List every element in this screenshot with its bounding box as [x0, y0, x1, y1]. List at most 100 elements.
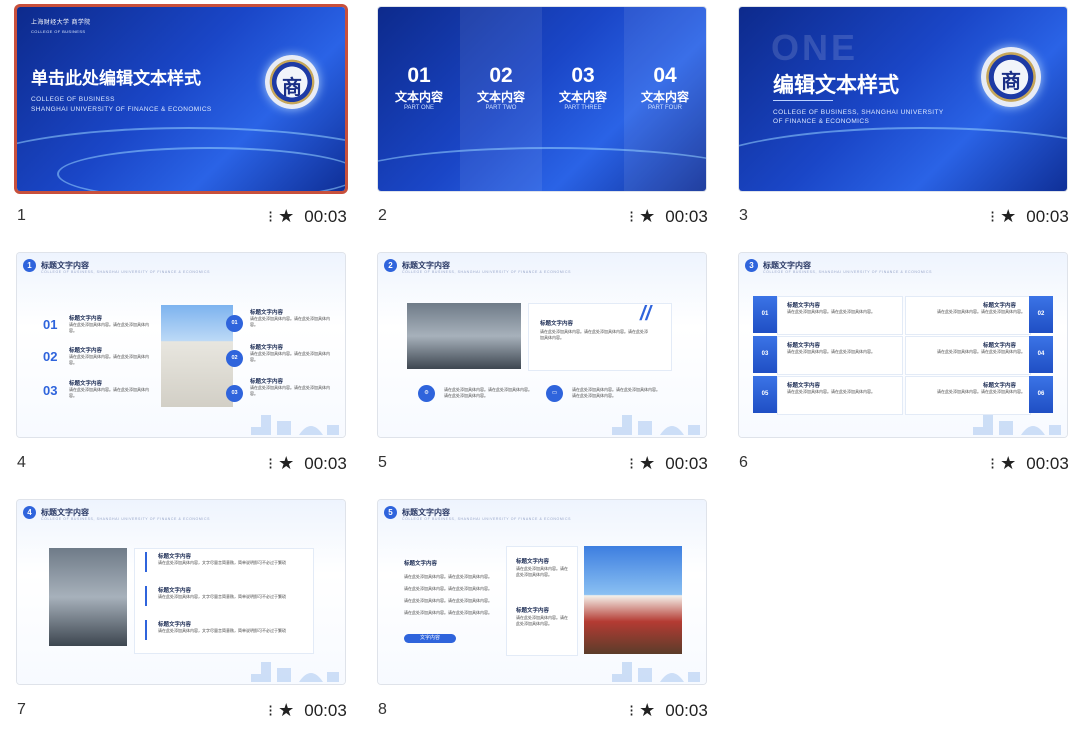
item-body: 请在此处添加具体内容。请在此处添加具体内容。 [937, 309, 1025, 314]
animation-icon: ⁝ [990, 455, 995, 473]
slide-duration: 00:03 [665, 453, 708, 473]
skyline-decor [973, 415, 1061, 435]
item-title: 标题文字内容 [158, 554, 192, 560]
slide-header-subtitle: COLLEGE OF BUSINESS, SHANGHAI UNIVERSITY… [763, 270, 933, 274]
building-photo [407, 303, 521, 369]
item-body: 请在此处添加具体内容。请在此处添加具体内容。 [937, 389, 1025, 394]
item-title: 标题文字内容 [404, 561, 438, 567]
item-body: 请在此处添加具体内容。请在此处添加具体内容。请在此处添加具体内容。 [444, 387, 532, 398]
item-title: 标题文字内容 [250, 379, 284, 385]
item-body: 请在此处添加具体内容。请在此处添加具体内容。 [69, 354, 149, 365]
item-body: 请在此处添加具体内容。请在此处添加具体内容。 [250, 316, 330, 327]
slide-thumbnail-4[interactable]: 1 标题文字内容 COLLEGE OF BUSINESS, SHANGHAI U… [17, 253, 345, 437]
slide-header-subtitle: COLLEGE OF BUSINESS, SHANGHAI UNIVERSITY… [402, 517, 572, 521]
slide-thumbnail-5[interactable]: 2 标题文字内容 COLLEGE OF BUSINESS, SHANGHAI U… [378, 253, 706, 437]
item-body: 请在此处添加具体内容。请在此处添加具体内容。 [937, 349, 1025, 354]
skyline-decor [251, 415, 339, 435]
slide-title: 编辑文本样式 [773, 74, 899, 97]
part-block-3: 03 文本内容 PART THREE [558, 64, 607, 111]
animation-icon: ⁝ [268, 455, 273, 473]
section-badge: 3 [745, 259, 758, 272]
slide-thumbnail-2[interactable]: 01 文本内容 PART ONE 02 文本内容 PART TWO 03 文本内… [378, 7, 706, 191]
star-icon: ★ [278, 700, 295, 720]
slide-duration: 00:03 [665, 206, 708, 226]
slide-number: 8 [378, 701, 387, 718]
slide-meta: ⁝ ★ 00:03 [629, 453, 708, 474]
skyline-decor [251, 662, 339, 682]
building-sign-photo [49, 548, 127, 646]
slide-meta: ⁝ ★ 00:03 [629, 700, 708, 721]
slide-number: 4 [17, 454, 26, 471]
section-badge: 4 [23, 506, 36, 519]
slide-thumbnail-1[interactable]: 上海财经大学 商学院 COLLEGE OF BUSINESS 单击此处编辑文本样… [17, 7, 345, 191]
item-title: 标题文字内容 [983, 343, 1017, 349]
star-icon: ★ [1000, 453, 1017, 473]
slide-header-subtitle: COLLEGE OF BUSINESS, SHANGHAI UNIVERSITY… [402, 270, 572, 274]
item-body: 请在此处添加具体内容。请在此处添加具体内容。 [404, 598, 492, 603]
item-circle: 02 [226, 350, 243, 367]
star-icon: ★ [1000, 206, 1017, 226]
animation-icon: ⁝ [629, 455, 634, 473]
section-badge: 2 [384, 259, 397, 272]
item-body: 请在此处添加具体内容。请在此处添加具体内容。 [516, 566, 568, 577]
item-body: 请在此处添加具体内容。请在此处添加具体内容。 [516, 615, 568, 626]
item-title: 标题文字内容 [69, 381, 103, 387]
part-block-4: 04 文本内容 PART FOUR [640, 64, 689, 111]
animation-icon: ⁝ [629, 208, 634, 226]
section-badge: 5 [384, 506, 397, 519]
title-underline [773, 100, 833, 101]
item-body: 请在此处添加具体内容。请在此处添加具体内容。请在此处添加具体内容。 [540, 329, 648, 340]
slide-meta: ⁝ ★ 00:03 [268, 700, 347, 721]
number-block: 02 [1029, 296, 1053, 333]
slide-thumbnail-8[interactable]: 5 标题文字内容 COLLEGE OF BUSINESS, SHANGHAI U… [378, 500, 706, 684]
item-circle: 01 [226, 315, 243, 332]
animation-icon: ⁝ [629, 702, 634, 720]
text-pill-button[interactable]: 文字内容 [404, 634, 456, 643]
animation-icon: ⁝ [268, 208, 273, 226]
item-title: 标题文字内容 [787, 303, 821, 309]
item-number: 02 [43, 349, 58, 364]
item-body: 请在此处添加具体内容。请在此处添加具体内容。 [250, 385, 330, 396]
slide-thumbnail-3[interactable]: ONE 编辑文本样式 COLLEGE OF BUSINESS, SHANGHAI… [739, 7, 1067, 191]
accent-bar [145, 552, 147, 572]
item-title: 标题文字内容 [983, 383, 1017, 389]
item-title: 标题文字内容 [983, 303, 1017, 309]
item-title: 标题文字内容 [787, 383, 821, 389]
background-word: ONE [771, 27, 859, 68]
slide-title: 单击此处编辑文本样式 [31, 69, 201, 88]
slide-meta: ⁝ ★ 00:03 [990, 453, 1069, 474]
slide-number: 1 [17, 207, 26, 224]
item-body: 请在此处添加具体内容。请在此处添加具体内容。 [404, 586, 492, 591]
item-title: 标题文字内容 [516, 559, 550, 565]
building-photo [161, 305, 233, 407]
item-title: 标题文字内容 [69, 316, 103, 322]
slide-header-subtitle: COLLEGE OF BUSINESS, SHANGHAI UNIVERSITY… [41, 517, 211, 521]
campus-gate-photo [584, 546, 682, 654]
skyline-decor [612, 662, 700, 682]
item-title: 标题文字内容 [540, 321, 574, 327]
item-number: 03 [43, 383, 58, 398]
slide-meta: ⁝ ★ 00:03 [268, 453, 347, 474]
section-badge: 1 [23, 259, 36, 272]
item-body: 请在此处添加具体内容，文字尽量言简意赅，简单说明即可不必过于繁琐 [158, 628, 286, 633]
slide-thumbnail-6[interactable]: 3 标题文字内容 COLLEGE OF BUSINESS, SHANGHAI U… [739, 253, 1067, 437]
item-number: 01 [43, 317, 58, 332]
gear-icon: ⚙ [418, 385, 435, 402]
slide-meta: ⁝ ★ 00:03 [268, 206, 347, 227]
part-block-2: 02 文本内容 PART TWO [476, 64, 525, 111]
item-body: 请在此处添加具体内容。请在此处添加具体内容。 [404, 574, 492, 579]
number-block: 04 [1029, 336, 1053, 373]
star-icon: ★ [278, 206, 295, 226]
seal-logo: 商 [265, 55, 319, 109]
item-title: 标题文字内容 [158, 588, 192, 594]
number-block: 01 [753, 296, 777, 333]
slide-number: 6 [739, 454, 748, 471]
item-title: 标题文字内容 [69, 348, 103, 354]
slide-duration: 00:03 [1026, 453, 1069, 473]
item-body: 请在此处添加具体内容。请在此处添加具体内容。请在此处添加具体内容。 [572, 387, 660, 398]
item-title: 标题文字内容 [787, 343, 821, 349]
star-icon: ★ [278, 453, 295, 473]
slide-thumbnail-7[interactable]: 4 标题文字内容 COLLEGE OF BUSINESS, SHANGHAI U… [17, 500, 345, 684]
part-block-1: 01 文本内容 PART ONE [394, 64, 443, 111]
logo-en-text: COLLEGE OF BUSINESS [31, 29, 86, 34]
